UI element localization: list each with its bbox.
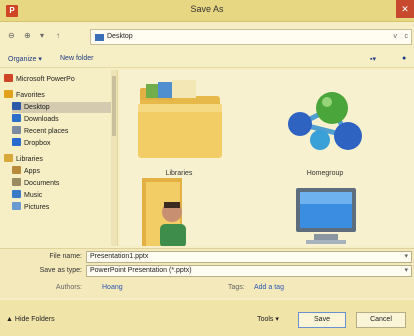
sidebar-item-favorites[interactable]: Favorites (4, 90, 112, 101)
sidebar-item-label: Pictures (24, 204, 50, 211)
nav-scrollbar-thumb[interactable] (112, 76, 116, 136)
tile-label: Libraries (165, 170, 193, 177)
sidebar-item-label: Desktop (24, 104, 50, 111)
downloads-icon (12, 114, 21, 122)
sidebar-item-music[interactable]: Music (12, 190, 112, 201)
sidebar-item-label: Libraries (16, 156, 43, 163)
organize-button[interactable]: Organize ▾ (8, 55, 42, 63)
help-icon[interactable]: ● (402, 55, 406, 62)
up-folder-icon[interactable]: ↑ (56, 31, 60, 40)
view-options-icon[interactable]: ▪▾ (370, 55, 376, 63)
window-title: Save As (190, 4, 224, 14)
chevron-down-icon[interactable]: ▾ (404, 252, 408, 262)
libraries-folder-icon (138, 80, 222, 158)
desktop-folder-icon (95, 34, 104, 41)
sidebar-item-documents[interactable]: Documents (12, 178, 112, 189)
file-tile-homegroup[interactable]: Homegroup (270, 74, 380, 182)
cancel-button[interactable]: Cancel (356, 312, 406, 328)
pictures-icon (12, 202, 21, 210)
forward-icon[interactable]: ⊕ (24, 31, 31, 40)
sidebar-item-dropbox[interactable]: Dropbox (12, 138, 112, 149)
new-folder-button[interactable]: New folder (60, 55, 93, 62)
authors-field[interactable]: Hoang (102, 284, 123, 291)
save-as-dialog: P Save As ✕ ⊖ ⊕ ▾ ↑ Desktop v c Organize… (0, 0, 414, 336)
address-row: ⊖ ⊕ ▾ ↑ Desktop v c (0, 26, 414, 48)
documents-icon (12, 178, 21, 186)
tools-button[interactable]: Tools ▾ (246, 312, 290, 328)
file-tile-user-folder[interactable] (124, 178, 234, 246)
music-icon (12, 190, 21, 198)
command-toolbar: Organize ▾ New folder ▪▾ ● (0, 50, 414, 68)
recent-locations-icon[interactable]: ▾ (40, 31, 44, 40)
sidebar-item-label: Dropbox (24, 140, 51, 147)
sidebar-item-pictures[interactable]: Pictures (12, 202, 112, 213)
hide-folders-label: Hide Folders (14, 316, 55, 323)
navigation-pane: Microsoft PowerPo Favorites Desktop Downloa… (0, 70, 118, 246)
sidebar-item-recent-places[interactable]: Recent places (12, 126, 112, 137)
file-name-value: Presentation1.pptx (90, 253, 149, 260)
file-tile-computer[interactable] (270, 178, 380, 246)
tile-label: Homegroup (306, 170, 344, 177)
sidebar-item-label: Recent places (24, 128, 69, 135)
save-type-select[interactable]: PowerPoint Presentation (*.pptx) ▾ (86, 265, 412, 277)
save-type-label: Save as type: (39, 267, 82, 274)
dialog-footer: ▲ Hide Folders Tools ▾ Save Cancel (0, 300, 414, 336)
chevron-down-icon[interactable]: v (394, 33, 398, 40)
file-view: Libraries Homegroup (120, 70, 414, 246)
homegroup-icon (288, 92, 362, 150)
recent-icon (12, 126, 21, 134)
authors-label: Authors: (55, 284, 82, 291)
address-path: Desktop (107, 33, 133, 40)
chevron-down-icon[interactable]: ▾ (404, 266, 408, 276)
nav-scrollbar[interactable] (111, 70, 117, 246)
desktop-icon (12, 102, 21, 110)
star-icon (4, 90, 13, 98)
apps-icon (12, 166, 21, 174)
back-icon[interactable]: ⊖ (8, 31, 15, 40)
powerpoint-icon (4, 74, 13, 82)
sidebar-item-desktop[interactable]: Desktop (12, 102, 112, 113)
address-bar[interactable]: Desktop v c (90, 29, 412, 45)
close-button[interactable]: ✕ (396, 0, 414, 18)
file-name-input[interactable]: Presentation1.pptx ▾ (86, 251, 412, 263)
sidebar-item-label: Apps (24, 168, 40, 175)
libraries-icon (4, 154, 13, 162)
sidebar-item-downloads[interactable]: Downloads (12, 114, 112, 125)
refresh-icon[interactable]: c (405, 33, 409, 40)
tags-label: Tags: (228, 284, 245, 291)
chevron-up-icon: ▲ (6, 316, 13, 323)
file-tile-libraries[interactable]: Libraries (124, 74, 234, 182)
save-type-value: PowerPoint Presentation (*.pptx) (90, 267, 192, 274)
save-button[interactable]: Save (298, 312, 346, 328)
file-name-label: File name: (49, 253, 82, 260)
sidebar-item-label: Downloads (24, 116, 59, 123)
title-bar: P Save As ✕ (0, 0, 414, 22)
tags-field[interactable]: Add a tag (254, 284, 284, 291)
sidebar-item-apps[interactable]: Apps (12, 166, 112, 177)
sidebar-item-microsoft-powerpo[interactable]: Microsoft PowerPo (4, 74, 112, 85)
sidebar-item-label: Music (24, 192, 43, 199)
save-form: File name: Presentation1.pptx ▾ Save as … (0, 248, 414, 298)
sidebar-item-label: Microsoft PowerPo (16, 76, 75, 83)
user-folder-icon (142, 178, 186, 246)
hide-folders-button[interactable]: ▲ Hide Folders (6, 316, 55, 323)
dropbox-icon (12, 138, 21, 146)
sidebar-item-label: Documents (24, 180, 60, 187)
sidebar-item-label: Favorites (16, 92, 45, 99)
sidebar-item-libraries[interactable]: Libraries (4, 154, 112, 165)
computer-icon (296, 188, 356, 244)
